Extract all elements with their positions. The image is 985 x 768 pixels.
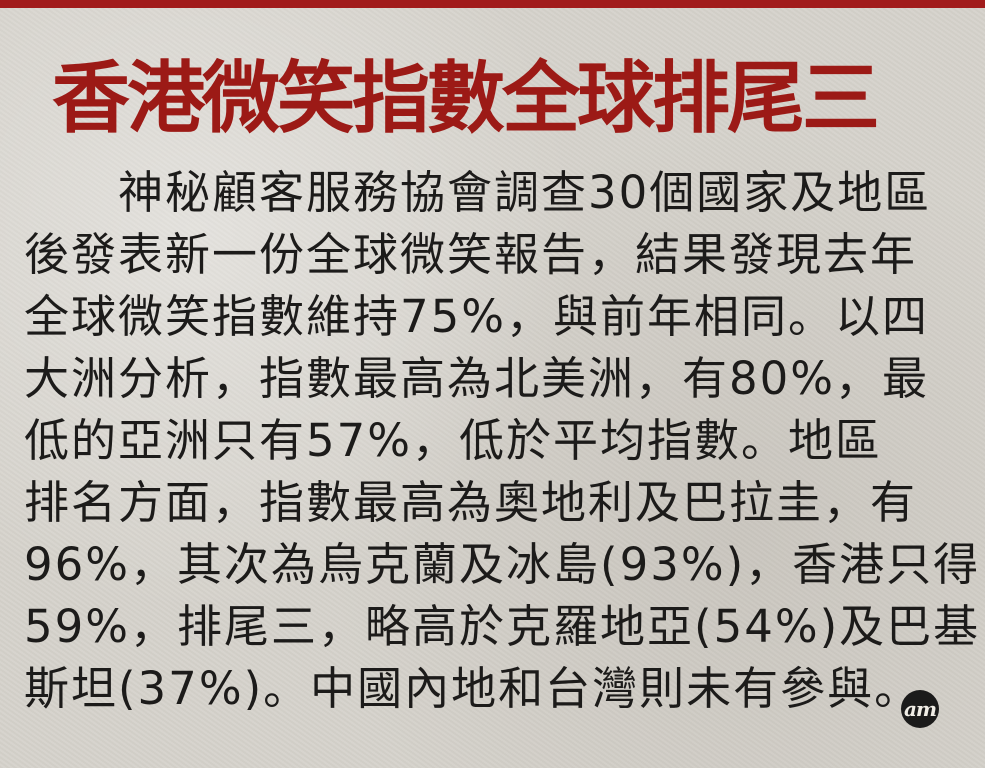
article-body-line: 大洲分析，指數最高為北美洲，有80%，最 (24, 352, 930, 405)
article-body-line: 排名方面，指數最高為奧地利及巴拉圭，有 (24, 476, 918, 529)
article-body-line: 斯坦(37%)。中國內地和台灣則未有參與。 (24, 662, 922, 715)
article-headline: 香港微笑指數全球排尾三 (52, 53, 880, 144)
top-red-rule (0, 0, 985, 8)
article-body-line: 96%，其次為烏克蘭及冰島(93%)，香港只得 (24, 538, 981, 591)
article-body-line: 全球微笑指數維持75%，與前年相同。以四 (24, 290, 930, 343)
article-body-line: 神秘顧客服務協會調查30個國家及地區 (118, 166, 932, 219)
am-logo-end-mark: am (901, 690, 939, 728)
article-body-line: 後發表新一份全球微笑報告，結果發現去年 (24, 228, 918, 281)
article-body-line: 59%，排尾三，略高於克羅地亞(54%)及巴基 (24, 600, 981, 653)
article-body-line: 低的亞洲只有57%，低於平均指數。地區 (24, 414, 883, 467)
